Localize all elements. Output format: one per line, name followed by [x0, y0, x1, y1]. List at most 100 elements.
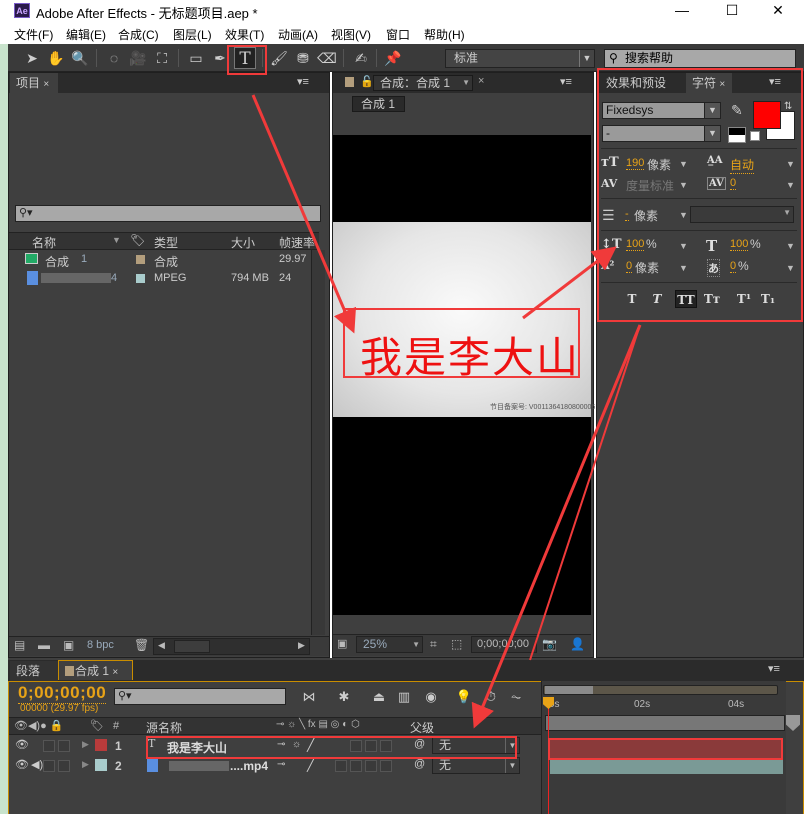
scroll-left-icon[interactable]: ◀ — [158, 640, 165, 651]
maximize-button[interactable]: ☐ — [710, 0, 754, 22]
new-folder-icon[interactable]: ▬ — [38, 638, 50, 652]
lock-toggle[interactable] — [58, 760, 70, 772]
project-scrollbar[interactable] — [311, 250, 325, 635]
menu-help[interactable]: 帮助(H) — [424, 26, 465, 43]
column-type[interactable]: 类型 — [154, 234, 178, 251]
label-color-swatch[interactable] — [136, 274, 145, 283]
menu-view[interactable]: 视图(V) — [331, 26, 371, 43]
roto-brush-tool-icon[interactable]: ✍ — [350, 47, 372, 69]
column-parent[interactable]: 父级 — [410, 719, 434, 736]
rectangle-tool-icon[interactable]: ▭ — [185, 47, 207, 69]
menu-layer[interactable]: 图层(L) — [173, 26, 212, 43]
pickwhip-icon[interactable]: @ — [414, 758, 425, 770]
current-time-display[interactable]: 0;00;00;00 — [18, 683, 107, 704]
expand-arrow-icon[interactable]: ▶ — [82, 759, 89, 770]
solo-toggle[interactable] — [43, 740, 55, 752]
close-icon[interactable]: × — [478, 75, 484, 87]
toggle-mask-icon[interactable]: ⬚ — [451, 637, 462, 651]
always-preview-icon[interactable]: ▣ — [337, 637, 347, 650]
bit-depth-button[interactable]: 8 bpc — [87, 639, 114, 651]
timeline-search-input[interactable]: ⚲▾ — [114, 688, 286, 705]
label-color-swatch[interactable] — [136, 255, 145, 264]
camera-tool-icon[interactable]: 🎥 — [127, 47, 149, 69]
lock-icon[interactable]: 🔓 — [360, 75, 374, 88]
audio-icon[interactable]: ◀) — [31, 758, 43, 771]
shy-switch-icon[interactable]: ⊸ — [277, 759, 285, 770]
sort-icon[interactable]: ▼ — [112, 235, 121, 245]
menu-file[interactable]: 文件(F) — [14, 26, 53, 43]
horizontal-scrollbar[interactable]: ◀ ▶ — [153, 638, 310, 655]
composition-tab[interactable]: 合成：合成 1 ▼ — [373, 75, 473, 91]
menu-animation[interactable]: 动画(A) — [278, 26, 318, 43]
auto-keyframe-icon[interactable]: ⏱ — [480, 687, 502, 707]
panel-menu-icon[interactable]: ▾≡ — [768, 662, 780, 675]
expand-arrow-icon[interactable]: ▶ — [82, 739, 89, 750]
interpret-footage-icon[interactable]: ▤ — [14, 638, 25, 652]
grid-guide-icon[interactable]: ⌗ — [430, 637, 437, 652]
project-item[interactable]: 合成 1 合成 29.97 — [9, 251, 309, 269]
switch-box[interactable] — [380, 760, 392, 772]
show-snapshot-icon[interactable]: 👤 — [570, 637, 585, 651]
new-composition-icon[interactable]: ▣ — [63, 638, 74, 652]
pan-behind-tool-icon[interactable]: ⛶ — [151, 47, 173, 69]
zoom-tool-icon[interactable]: 🔍 — [69, 47, 91, 69]
quality-switch-icon[interactable]: ╱ — [307, 758, 314, 772]
layer-duration-bar[interactable] — [550, 760, 783, 774]
hide-shy-layers-icon[interactable]: ⏏ — [368, 687, 390, 707]
magnification-select[interactable]: 25% ▼ — [356, 636, 423, 653]
trash-icon[interactable]: 🗑 — [134, 638, 149, 652]
project-item[interactable]: 4 MPEG 794 MB 24 — [9, 270, 309, 288]
solo-toggle[interactable] — [43, 760, 55, 772]
switch-box[interactable] — [350, 760, 362, 772]
hand-tool-icon[interactable]: ✋ — [45, 47, 67, 69]
tab-paragraph[interactable]: 段落 — [10, 661, 58, 681]
puppet-pin-tool-icon[interactable]: 📌 — [382, 47, 404, 69]
tab-project[interactable]: 项目 × — [10, 73, 58, 93]
switch-box[interactable] — [365, 760, 377, 772]
motion-blur-icon[interactable]: ◉ — [420, 687, 442, 707]
menu-window[interactable]: 窗口 — [386, 26, 410, 43]
brainstorm-icon[interactable]: 💡 — [453, 687, 475, 707]
menu-edit[interactable]: 编辑(E) — [66, 26, 106, 43]
eye-icon[interactable]: 👁 — [15, 758, 29, 771]
lock-toggle[interactable] — [58, 740, 70, 752]
frame-blending-icon[interactable]: ▥ — [393, 687, 415, 707]
menu-effect[interactable]: 效果(T) — [225, 26, 264, 43]
column-size[interactable]: 大小 — [231, 234, 255, 251]
eye-icon[interactable]: 👁 — [15, 738, 29, 751]
label-color-swatch[interactable] — [95, 739, 107, 751]
selection-tool-icon[interactable]: ➤ — [21, 47, 43, 69]
label-color-swatch[interactable] — [95, 759, 107, 771]
tab-comp-1[interactable]: 合成 1 × — [58, 660, 133, 680]
composition-mini-flowchart-icon[interactable]: ⋈ — [298, 687, 320, 707]
switch-box[interactable] — [335, 760, 347, 772]
layer-name-suffix[interactable]: ....mp4 — [230, 759, 268, 773]
comp-breadcrumb[interactable]: 合成 1 — [352, 96, 405, 112]
help-search-input[interactable]: ⚲ 搜索帮助 — [604, 49, 796, 68]
draft-3d-icon[interactable]: ✱ — [333, 687, 355, 707]
column-name[interactable]: 名称 — [32, 234, 56, 251]
panel-menu-icon[interactable]: ▾≡ — [560, 75, 572, 88]
close-icon[interactable]: × — [112, 667, 118, 678]
chevron-down-icon[interactable]: ▼ — [462, 76, 470, 90]
parent-select[interactable]: 无 ▼ — [432, 757, 520, 774]
clone-stamp-tool-icon[interactable]: ⛃ — [292, 47, 314, 69]
menu-composition[interactable]: 合成(C) — [118, 26, 159, 43]
scroll-thumb[interactable] — [174, 640, 210, 653]
panel-menu-icon[interactable]: ▾≡ — [297, 75, 309, 88]
layer-row[interactable]: 👁 ◀) ▶ 2 ....mp4 ⊸ ╱ @ 无 ▼ — [9, 756, 541, 776]
time-navigator-range[interactable] — [545, 686, 593, 694]
project-search-input[interactable]: ⚲▾ — [15, 205, 321, 222]
minimize-button[interactable]: — — [660, 0, 704, 22]
column-source-name[interactable]: 源名称 — [146, 719, 182, 736]
brush-tool-icon[interactable]: 🖌 — [268, 47, 290, 69]
eraser-tool-icon[interactable]: ⌫ — [316, 47, 338, 69]
current-time-field[interactable]: 0;00;00;00 — [471, 636, 537, 653]
column-fps[interactable]: 帧速率 — [279, 234, 315, 251]
close-icon[interactable]: × — [43, 79, 49, 90]
close-button[interactable]: ✕ — [756, 0, 800, 22]
work-area-bar[interactable] — [545, 715, 785, 731]
graph-editor-icon[interactable]: ⏦ — [505, 687, 527, 707]
rotation-tool-icon[interactable]: ◌ — [103, 47, 125, 69]
scroll-right-icon[interactable]: ▶ — [298, 640, 305, 651]
